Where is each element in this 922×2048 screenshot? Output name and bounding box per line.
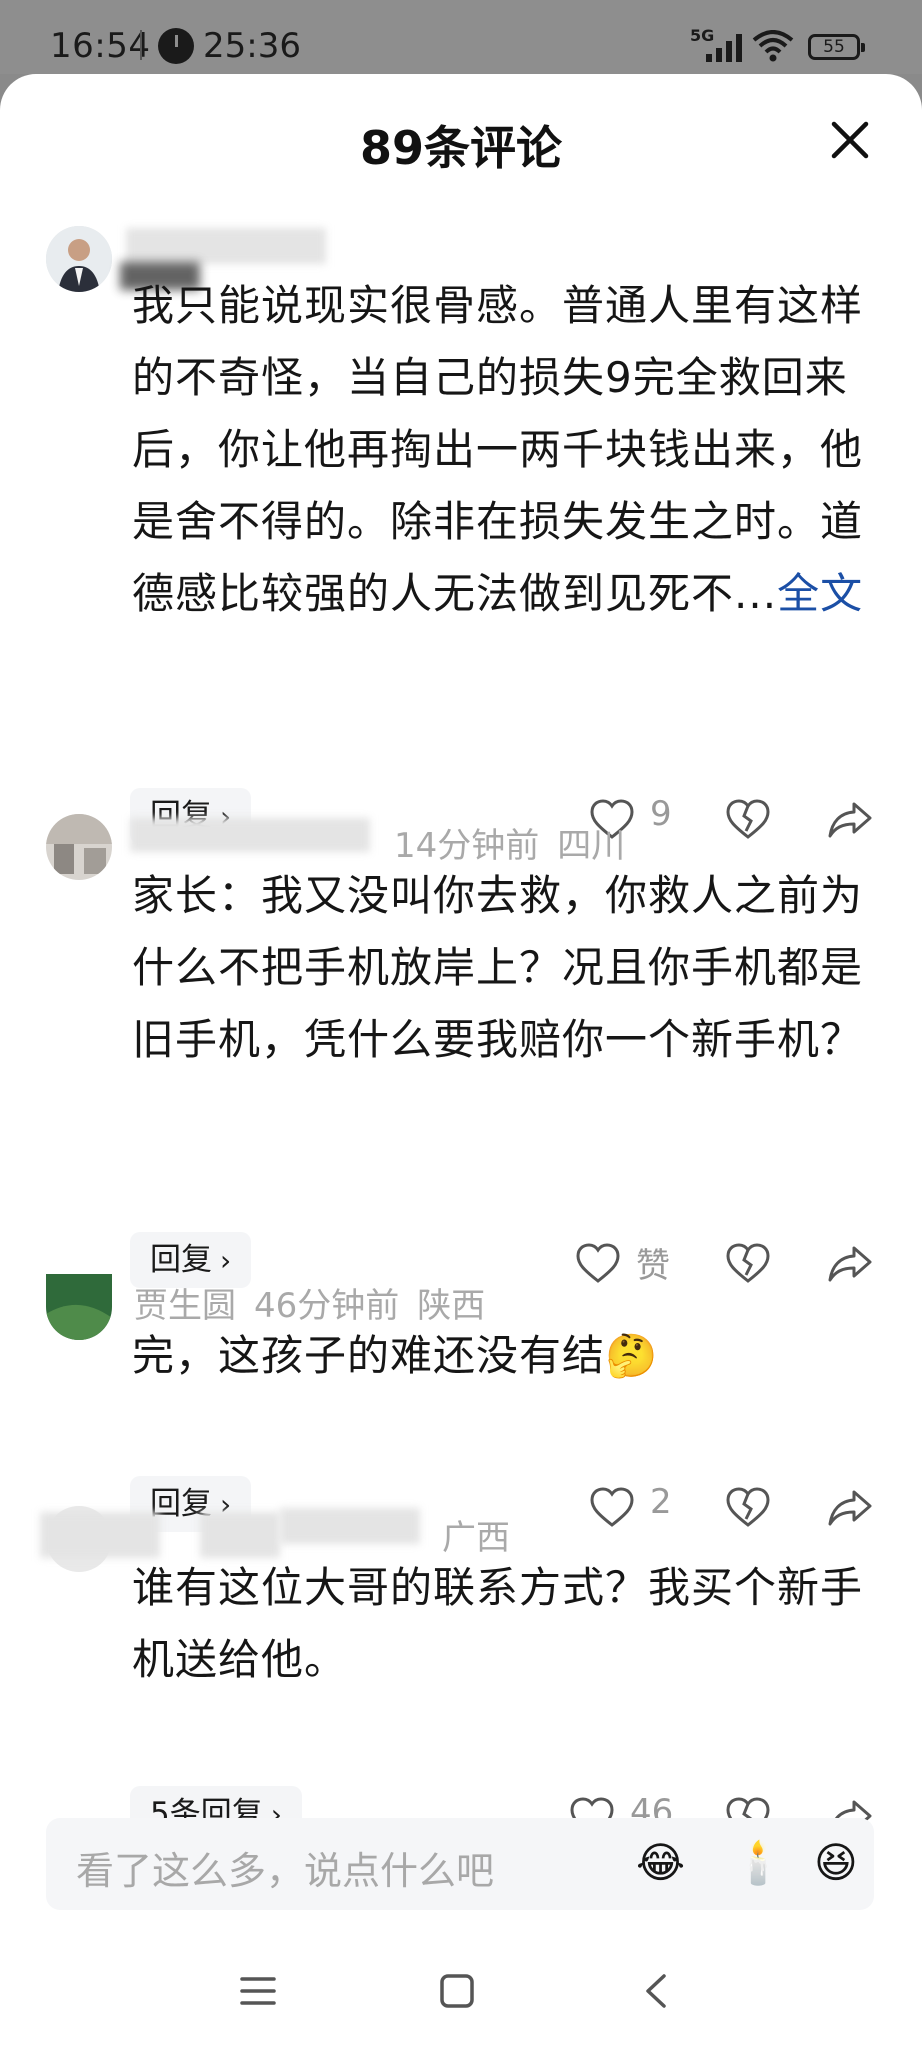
grinning-emoji-button[interactable]: 😆 [814,1838,858,1888]
redacted-username [130,818,370,852]
timer-icon [158,28,194,64]
system-nav-bar [0,1940,922,2040]
comment-body: 完，这孩子的难还没有结 [132,1331,606,1380]
close-icon[interactable] [828,118,872,162]
like-count: 9 [650,794,672,834]
avatar[interactable] [46,226,112,292]
comment-text: 谁有这位大哥的联系方式？我买个新手机送给他。 [132,1563,864,1684]
home-icon[interactable] [438,1972,476,2010]
battery-icon: 55 [808,34,865,60]
comment-body: 我只能说现实很骨感。普通人里有这样的不奇怪，当自己的损失9完全救回来后，你让他再… [132,281,864,618]
status-divider [140,30,142,60]
comment-text: 完，这孩子的难还没有结🤔 [132,1320,872,1392]
comment-text: 家长：我又没叫你去救，你救人之前为什么不把手机放岸上？况且你手机都是旧手机，凭什… [132,871,864,1064]
thinking-face-emoji: 🤔 [605,1331,659,1380]
reply-label: 回复 [150,1242,212,1278]
broken-heart-icon[interactable] [724,1234,772,1294]
comment-input[interactable]: 看了这么多，说点什么吧 😂 🕯️ 😆 [46,1818,874,1910]
menu-icon[interactable] [238,1974,278,2008]
comments-sheet: 89条评论 我只能说现实很骨感。普通人里有这样的不奇怪，当自己的损失9完全救回来… [0,74,922,2048]
broken-heart-icon[interactable] [724,790,772,850]
comment-input-placeholder: 看了这么多，说点什么吧 [76,1849,495,1893]
share-icon[interactable] [826,1234,874,1294]
wifi-icon [752,30,794,62]
share-icon[interactable] [826,1478,874,1538]
signal-icon [706,34,742,62]
expand-full-text-link[interactable]: 全文 [777,569,863,618]
heart-icon[interactable] [574,1234,622,1294]
avatar[interactable] [46,1274,112,1340]
avatar-image [46,814,112,880]
like-count: 赞 [636,1246,670,1286]
like-count: 2 [650,1482,672,1522]
broken-heart-icon[interactable] [724,1478,772,1538]
share-icon[interactable] [826,790,874,850]
comment-text: 我只能说现实很骨感。普通人里有这样的不奇怪，当自己的损失9完全救回来后，你让他再… [132,270,872,630]
heart-icon[interactable] [588,1478,636,1538]
redacted-username [280,1508,420,1544]
status-bar: 16:54 25:36 5G 55 [0,0,922,74]
back-icon[interactable] [640,1972,670,2010]
avatar-image [46,226,112,292]
avatar-image [46,1274,112,1340]
candle-emoji-button[interactable]: 🕯️ [732,1838,784,1888]
status-timer: 25:36 [203,26,301,66]
laughing-crying-emoji-button[interactable]: 😂 [636,1838,685,1888]
avatar[interactable] [46,814,112,880]
status-time: 16:54 [50,26,151,66]
sheet-title: 89条评论 [359,121,562,175]
redacted-username [126,228,326,264]
